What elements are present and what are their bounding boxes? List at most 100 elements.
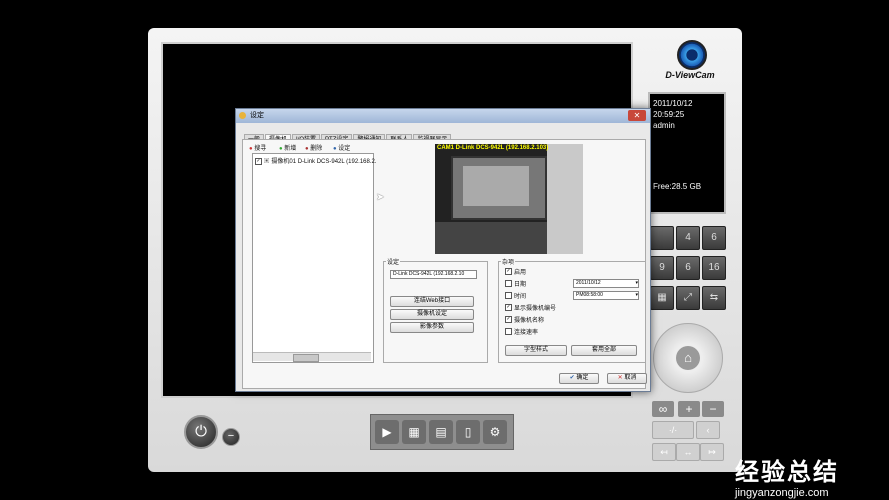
camera-checkbox[interactable]: ✓ <box>255 157 262 165</box>
layout-1-button[interactable] <box>650 226 674 250</box>
search-label: 搜寻 <box>254 146 267 152</box>
time-checkbox[interactable] <box>505 292 512 299</box>
misc-group: 杂项 ✓ 启用 日期 2011/10/12 ▾ 时间 PM08:58:00 ▾ ✓ … <box>498 257 646 363</box>
status-panel: 2011/10/12 20:59:25 admin Free:28.5 GB <box>648 92 726 214</box>
cancel-label: 取消 <box>624 375 637 381</box>
date-label: 日期 <box>514 282 527 288</box>
preset-forward-button[interactable]: ↦ <box>700 443 724 461</box>
preview-screen <box>463 166 529 206</box>
clapper-icon[interactable]: ▦ <box>402 420 426 444</box>
time-select[interactable]: PM08:58:00 ▾ <box>573 291 639 300</box>
settings-dialog: 设定 ✕ 一般摄像机I/O装置PTZ设定警报通知联系人监视器显示 ● 搜寻 ● … <box>235 108 651 392</box>
camera-tab-pane: ● 搜寻 ● 新增 ● 删除 ● 设定 ✓ ▣ 摄像机01 D-Link DCS… <box>242 139 647 389</box>
preview-wall <box>547 144 583 254</box>
horizontal-scrollbar[interactable] <box>253 352 371 362</box>
camera-settings-button[interactable]: 摄像机设定 <box>390 309 474 320</box>
time-readout: 20:59:25 <box>653 110 685 119</box>
config-button[interactable]: ● 设定 <box>333 143 350 152</box>
chevron-down-icon: ▾ <box>635 280 638 286</box>
preset-mid-button[interactable]: ↔ <box>676 443 700 461</box>
preview-monitor-image <box>451 156 547 220</box>
ok-button[interactable]: ✔ 确定 <box>559 373 599 384</box>
list-item[interactable]: ✓ ▣ 摄像机01 D-Link DCS-942L (192.168.2. <box>255 156 377 165</box>
dialog-titlebar[interactable]: 设定 ✕ <box>236 109 650 123</box>
web-interface-button[interactable]: 连结Web接口 <box>390 296 474 307</box>
camera-list[interactable]: ✓ ▣ 摄像机01 D-Link DCS-942L (192.168.2. <box>252 153 377 363</box>
device-field[interactable]: D-Link DCS-942L (192.168.2.10 <box>390 270 477 279</box>
delete-button[interactable]: ● 删除 <box>305 143 322 152</box>
show-number-label: 显示摄像机编号 <box>514 306 557 312</box>
eye-logo-icon <box>677 40 707 70</box>
conn-rate-checkbox[interactable] <box>505 328 512 335</box>
logo-text: D-ViewCam <box>665 70 715 80</box>
layout-9-button[interactable]: 9 <box>650 256 674 280</box>
show-name-checkbox[interactable]: ✓ <box>505 316 512 323</box>
font-style-button[interactable]: 字型样式 <box>505 345 567 356</box>
add-button[interactable]: ● 新增 <box>279 143 296 152</box>
layout-6-button[interactable]: 6 <box>702 226 726 250</box>
schedule-icon[interactable]: ▤ <box>429 420 453 444</box>
time-label: 时间 <box>514 294 527 300</box>
date-select[interactable]: 2011/10/12 ▾ <box>573 279 639 288</box>
close-icon[interactable]: ✕ <box>628 110 646 121</box>
preset-path-button[interactable]: ·/· <box>652 421 694 439</box>
home-icon[interactable]: ⌂ <box>676 346 700 370</box>
show-number-checkbox[interactable]: ✓ <box>505 304 512 311</box>
mouse-cursor-icon: ➤ <box>376 192 385 203</box>
config-label: 设定 <box>338 146 351 152</box>
delete-label: 删除 <box>310 146 323 152</box>
watermark-title: 经验总结 <box>735 459 839 486</box>
image-params-button[interactable]: 影像参数 <box>390 322 474 333</box>
time-value: PM08:58:00 <box>576 292 603 298</box>
free-space-readout: Free:28.5 GB <box>653 182 702 191</box>
watermark: 经验总结 jingyanzongjie.com <box>735 452 885 499</box>
add-icon: ● <box>279 146 283 152</box>
layout-16-button[interactable]: 16 <box>702 256 726 280</box>
scrollbar-thumb[interactable] <box>293 354 319 362</box>
search-icon: ● <box>249 146 253 152</box>
binoculars-icon[interactable]: ∞ <box>652 401 674 417</box>
misc-legend: 杂项 <box>501 257 516 266</box>
camera-preview: CAM1 D-Link DCS-942L (192.168.2.103) <box>435 144 583 254</box>
app-small-icon <box>239 112 246 119</box>
cancel-icon: ✕ <box>617 375 623 381</box>
bottom-toolbar: ▶ ▦ ▤ ▯ ⚙ <box>370 414 514 450</box>
settings-group: 设定 D-Link DCS-942L (192.168.2.10 连结Web接口… <box>383 257 488 363</box>
power-button[interactable]: ⏻ <box>184 415 218 449</box>
show-name-label: 摄像机名称 <box>514 318 545 324</box>
video-caption: CAM1 D-Link DCS-942L (192.168.2.103) <box>437 145 549 151</box>
enable-checkbox[interactable]: ✓ <box>505 268 512 275</box>
user-readout: admin <box>653 121 675 130</box>
preset-back-button[interactable]: ↤ <box>652 443 676 461</box>
fullscreen-icon[interactable]: ⤢ <box>676 286 700 310</box>
minimize-button[interactable]: − <box>222 428 240 446</box>
layout-6b-button[interactable]: 6 <box>676 256 700 280</box>
zoom-out-button[interactable]: − <box>702 401 724 417</box>
apply-all-button[interactable]: 套用全部 <box>571 345 637 356</box>
preset-share-button[interactable]: ‹ <box>696 421 720 439</box>
date-checkbox[interactable] <box>505 280 512 287</box>
camera-icon: ▣ <box>263 159 270 165</box>
layout-custom-button[interactable]: ▦ <box>650 286 674 310</box>
add-label: 新增 <box>284 146 297 152</box>
enable-label: 启用 <box>514 270 527 276</box>
document-icon[interactable]: ▯ <box>456 420 480 444</box>
search-button[interactable]: ● 搜寻 <box>249 143 266 152</box>
dviewcam-logo: D-ViewCam <box>655 38 725 90</box>
watermark-url: jingyanzongjie.com <box>735 487 829 499</box>
config-icon: ● <box>333 146 337 152</box>
date-value: 2011/10/12 <box>576 280 601 286</box>
snapshot-icon[interactable]: ⇆ <box>702 286 726 310</box>
camera-item-label: 摄像机01 D-Link DCS-942L (192.168.2. <box>271 159 377 165</box>
tab-bar: 一般摄像机I/O装置PTZ设定警报通知联系人监视器显示 <box>244 128 452 146</box>
ok-label: 确定 <box>576 375 589 381</box>
conn-rate-label: 连接速率 <box>514 330 539 336</box>
gear-icon[interactable]: ⚙ <box>483 420 507 444</box>
playback-icon[interactable]: ▶ <box>375 420 399 444</box>
layout-4-button[interactable]: 4 <box>676 226 700 250</box>
cancel-button[interactable]: ✕ 取消 <box>607 373 647 384</box>
delete-icon: ● <box>305 146 309 152</box>
check-icon: ✔ <box>569 375 575 381</box>
zoom-in-button[interactable]: + <box>678 401 700 417</box>
ptz-direction-pad[interactable]: ⌂ <box>653 323 723 393</box>
